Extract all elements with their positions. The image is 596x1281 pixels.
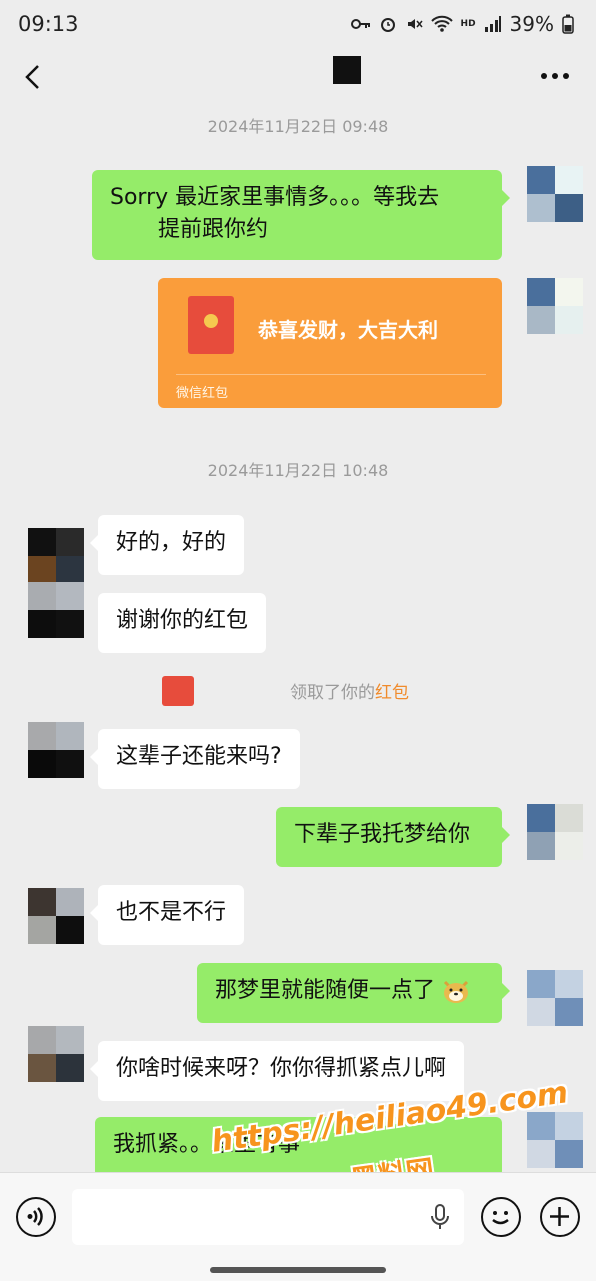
message-bubble-out[interactable]: 那梦里就能随便一点了 bbox=[197, 963, 510, 1023]
bubble-tail bbox=[90, 1061, 98, 1077]
back-icon[interactable] bbox=[20, 62, 50, 92]
more-icon[interactable] bbox=[540, 72, 570, 80]
message-text: 你啥时候来呀？你你得抓紧点儿啊 bbox=[116, 1056, 447, 1081]
message-text: 这辈子还能来吗? bbox=[116, 744, 282, 769]
red-packet-link[interactable]: 红包 bbox=[375, 683, 409, 703]
status-icons: HD 39% bbox=[350, 12, 574, 36]
red-packet-icon bbox=[162, 676, 194, 706]
message-bubble-in[interactable]: 也不是不行 bbox=[90, 885, 245, 945]
avatar-contact[interactable] bbox=[28, 582, 84, 638]
message-bubble-in[interactable]: 这辈子还能来吗? bbox=[90, 729, 300, 789]
timestamp: 2024年11月22日 09:48 bbox=[207, 117, 389, 136]
divider bbox=[176, 374, 486, 375]
message-text: 下辈子我托梦给你 bbox=[294, 822, 471, 847]
bubble-tail bbox=[502, 190, 510, 206]
avatar-self[interactable] bbox=[527, 278, 583, 334]
avatar-contact[interactable] bbox=[28, 722, 84, 778]
avatar-contact[interactable] bbox=[28, 1026, 84, 1082]
message-text: Sorry 最近家里事情多。。。等我去 bbox=[110, 185, 440, 210]
bubble-tail bbox=[502, 983, 510, 999]
plus-icon bbox=[550, 1207, 569, 1226]
red-packet-message[interactable]: 恭喜发财，大吉大利 微信红包 bbox=[158, 278, 502, 408]
message-input[interactable] bbox=[72, 1189, 464, 1245]
emoji-button[interactable] bbox=[481, 1197, 521, 1237]
avatar-self[interactable] bbox=[527, 1112, 583, 1168]
chat-title-redacted bbox=[333, 56, 361, 84]
message-bubble-in[interactable]: 你啥时候来呀？你你得抓紧点儿啊 bbox=[90, 1041, 465, 1101]
wifi-icon bbox=[430, 15, 453, 32]
bubble-tail bbox=[90, 749, 98, 765]
message-text: 谢谢你的红包 bbox=[116, 608, 249, 633]
home-indicator bbox=[210, 1267, 386, 1273]
more-actions-button[interactable] bbox=[540, 1197, 580, 1237]
avatar-contact[interactable] bbox=[28, 528, 84, 584]
smiley-icon bbox=[492, 1211, 509, 1225]
key-icon bbox=[350, 19, 370, 29]
avatar-contact[interactable] bbox=[28, 888, 84, 944]
message-text: 提前跟你约 bbox=[158, 217, 269, 242]
nav-bar bbox=[0, 52, 596, 108]
bubble-tail bbox=[90, 535, 98, 551]
timestamp: 2024年11月22日 10:48 bbox=[207, 461, 389, 480]
status-time: 09:13 bbox=[18, 12, 79, 36]
red-packet-icon bbox=[188, 296, 234, 354]
message-bubble-in[interactable]: 谢谢你的红包 bbox=[98, 593, 267, 653]
message-text: 也不是不行 bbox=[116, 900, 227, 925]
avatar-self[interactable] bbox=[527, 166, 583, 222]
message-bubble-in[interactable]: 好的，好的 bbox=[90, 515, 245, 575]
status-bar: 09:13 HD 39% bbox=[0, 0, 596, 52]
alarm-icon bbox=[380, 18, 395, 32]
voice-icon bbox=[27, 1207, 43, 1226]
bubble-tail bbox=[90, 905, 98, 921]
red-packet-title: 恭喜发财，大吉大利 bbox=[258, 318, 438, 342]
coin-icon bbox=[204, 314, 218, 328]
microphone-icon[interactable] bbox=[430, 1203, 450, 1231]
message-bubble-out[interactable]: Sorry 最近家里事情多。。。等我去 提前跟你约 bbox=[92, 170, 510, 260]
signal-icon bbox=[484, 16, 501, 32]
system-message: 领取了你的红包 bbox=[0, 676, 596, 706]
avatar-self[interactable] bbox=[527, 970, 583, 1026]
voice-toggle-button[interactable] bbox=[16, 1197, 56, 1237]
battery-icon bbox=[562, 14, 574, 34]
hd-badge: HD bbox=[460, 19, 476, 29]
red-packet-label: 微信红包 bbox=[176, 386, 229, 401]
doge-emoji-icon bbox=[443, 980, 469, 1003]
bubble-tail bbox=[502, 827, 510, 843]
system-text-body: 领取了你的 bbox=[290, 683, 375, 703]
message-text: 那梦里就能随便一点了 bbox=[215, 978, 436, 1003]
avatar-self[interactable] bbox=[527, 804, 583, 860]
system-text: 领取了你的红包 bbox=[290, 678, 409, 703]
battery-percent: 39% bbox=[509, 12, 554, 36]
message-bubble-out[interactable]: 下辈子我托梦给你 bbox=[276, 807, 510, 867]
input-bar bbox=[0, 1172, 596, 1281]
mute-icon bbox=[407, 19, 423, 29]
message-text: 好的，好的 bbox=[116, 530, 227, 555]
